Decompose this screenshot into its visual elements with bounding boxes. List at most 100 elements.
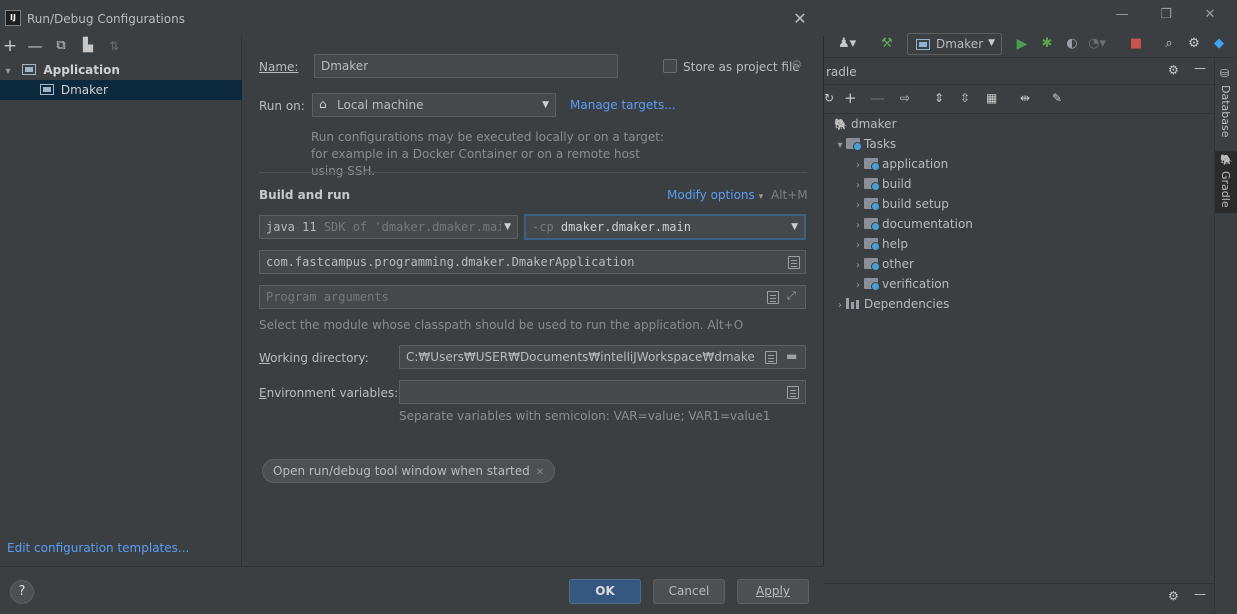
profile-icon[interactable]: ◔▾ (1088, 35, 1106, 53)
config-tree-pane: + — ⧉ ▙ ⇅ ▾ Application Dmaker Edit conf… (0, 36, 242, 566)
remove-icon[interactable]: — (27, 38, 43, 54)
dialog-footer: ? OK Cancel Apply (0, 566, 824, 614)
home-icon: ⌂ (319, 97, 327, 111)
expand-icon[interactable]: ⤢ (787, 289, 796, 303)
close-window-icon[interactable]: ✕ (1190, 4, 1230, 26)
build-settings-icon[interactable]: ✎ (1052, 91, 1062, 105)
classpath-value: -cp dmaker.dmaker.main (532, 220, 691, 234)
refresh-icon[interactable]: ↻ (824, 91, 834, 105)
add-icon[interactable]: + (844, 89, 857, 107)
chevron-down-icon: ▼ (542, 100, 549, 110)
insert-macro-icon[interactable] (767, 291, 779, 304)
task-group-build-setup[interactable]: › build setup (852, 194, 949, 214)
jdk-detail: SDK of 'dmaker.dmaker.mai (323, 220, 505, 234)
move-into-folder-icon[interactable]: ▙ (80, 38, 96, 54)
gradle-settings-icon[interactable]: ⚙ (1168, 63, 1179, 77)
run-icon[interactable]: ▶ (1013, 35, 1031, 53)
modify-options-link[interactable]: Modify options ▾ (667, 188, 763, 202)
tab-gradle-label: Gradle (1219, 171, 1232, 208)
close-icon[interactable]: ✕ (788, 7, 812, 31)
task-group-verification[interactable]: › verification (852, 274, 949, 294)
folder-icon (864, 238, 880, 251)
search-icon[interactable]: ⌕ (1160, 35, 1178, 53)
task-group-application[interactable]: › application (852, 154, 948, 174)
gradle-hide-icon[interactable]: — (1194, 61, 1206, 75)
apply-button[interactable]: Apply (737, 579, 809, 604)
tree-dependencies[interactable]: › Dependencies (834, 294, 949, 314)
gradle-header: radle ⚙ — (824, 59, 1214, 85)
help-button[interactable]: ? (10, 580, 34, 604)
cancel-button[interactable]: Cancel (653, 579, 725, 604)
open-tool-window-option[interactable]: Open run/debug tool window when started ✕ (262, 459, 556, 483)
task-group-other[interactable]: › other (852, 254, 914, 274)
name-label: Name: (259, 60, 299, 74)
gradle-root-label: dmaker (851, 117, 897, 131)
gear-icon[interactable]: ⚙ (791, 58, 803, 73)
folder-icon[interactable]: ▬ (786, 349, 797, 363)
restore-icon[interactable]: ❐ (1146, 4, 1186, 26)
store-as-project-checkbox[interactable] (663, 59, 677, 73)
execute-task-icon[interactable]: ⇨ (900, 91, 910, 105)
cp-module: dmaker.dmaker.main (560, 220, 691, 234)
group-modules-icon[interactable]: ▦ (986, 91, 997, 105)
working-directory-field[interactable]: C:₩Users₩USER₩Documents₩intelliJWorkspac… (399, 345, 806, 369)
tab-database[interactable]: ⛁ Database (1215, 67, 1237, 151)
name-field[interactable]: Dmaker (314, 54, 618, 78)
run-config-icon (40, 84, 54, 95)
main-class-field[interactable]: com.fastcampus.programming.dmaker.Dmaker… (259, 250, 806, 274)
gradle-root[interactable]: 🐘 dmaker (834, 114, 897, 134)
bottom-hide-icon[interactable]: — (1194, 587, 1206, 601)
toolbox-icon[interactable]: ◆ (1210, 35, 1228, 53)
run-config-icon (916, 39, 930, 50)
bottom-settings-icon[interactable]: ⚙ (1168, 589, 1179, 603)
chevron-right-icon: › (856, 200, 860, 211)
copy-icon[interactable]: ⧉ (53, 38, 69, 54)
folder-icon (864, 258, 880, 271)
dependencies-icon (846, 298, 860, 309)
tree-tasks[interactable]: ▾ Tasks (834, 134, 896, 154)
vcs-user-icon[interactable]: ♟▾ (838, 35, 856, 53)
collapse-all-icon[interactable]: ⇳ (960, 91, 970, 105)
ok-button[interactable]: OK (569, 579, 641, 604)
run-on-dropdown[interactable]: ⌂ Local machine ▼ (312, 93, 556, 117)
classpath-module-dropdown[interactable]: -cp dmaker.dmaker.main ▼ (524, 214, 806, 240)
settings-icon[interactable]: ⚙ (1185, 35, 1203, 53)
dialog-title: Run/Debug Configurations (27, 12, 185, 26)
edit-env-icon[interactable] (787, 386, 799, 399)
task-group-help[interactable]: › help (852, 234, 908, 254)
sort-icon[interactable]: ⇅ (106, 38, 122, 54)
task-group-documentation[interactable]: › documentation (852, 214, 973, 234)
tree-group-application[interactable]: ▾ Application (0, 60, 242, 80)
build-hammer-icon[interactable]: ⚒ (878, 35, 896, 53)
chevron-right-icon: › (856, 260, 860, 271)
program-arguments-field[interactable]: Program arguments ⤢ (259, 285, 806, 309)
ide-bottombar: ⚙ — (824, 583, 1214, 614)
add-icon[interactable]: + (2, 38, 18, 55)
edit-templates-link[interactable]: Edit configuration templates... (7, 541, 189, 555)
debug-icon[interactable]: ✱ (1038, 35, 1056, 53)
stop-icon[interactable]: ■ (1127, 35, 1145, 53)
insert-macro-icon[interactable] (765, 351, 777, 364)
run-config-selector[interactable]: Dmaker ▼ (907, 33, 1002, 55)
environment-variables-field[interactable] (399, 380, 806, 404)
gradle-actions: ↻ + — ⇨ ⇕ ⇳ ▦ ⇹ ✎ (824, 86, 1214, 114)
coverage-icon[interactable]: ◐ (1063, 35, 1081, 53)
folder-icon (864, 178, 880, 191)
open-tool-window-label: Open run/debug tool window when started (273, 464, 530, 478)
offline-mode-icon[interactable]: ⇹ (1020, 91, 1030, 105)
expand-all-icon[interactable]: ⇕ (934, 91, 944, 105)
minimize-icon[interactable]: — (1102, 4, 1142, 26)
task-group-label: help (882, 237, 908, 251)
browse-class-icon[interactable] (788, 256, 800, 269)
tree-item-dmaker[interactable]: Dmaker (0, 80, 242, 100)
cp-flag: -cp (532, 220, 554, 234)
remove-icon[interactable]: — (870, 89, 885, 107)
application-icon (22, 64, 37, 75)
remove-option-icon[interactable]: ✕ (536, 467, 544, 478)
gradle-title: radle (826, 65, 857, 79)
task-group-build[interactable]: › build (852, 174, 912, 194)
run-config-label: Dmaker (936, 37, 984, 51)
jdk-dropdown[interactable]: java 11 SDK of 'dmaker.dmaker.mai ▼ (259, 215, 518, 239)
manage-targets-link[interactable]: Manage targets... (570, 98, 676, 112)
tab-gradle[interactable]: 🐘 Gradle (1215, 151, 1237, 213)
